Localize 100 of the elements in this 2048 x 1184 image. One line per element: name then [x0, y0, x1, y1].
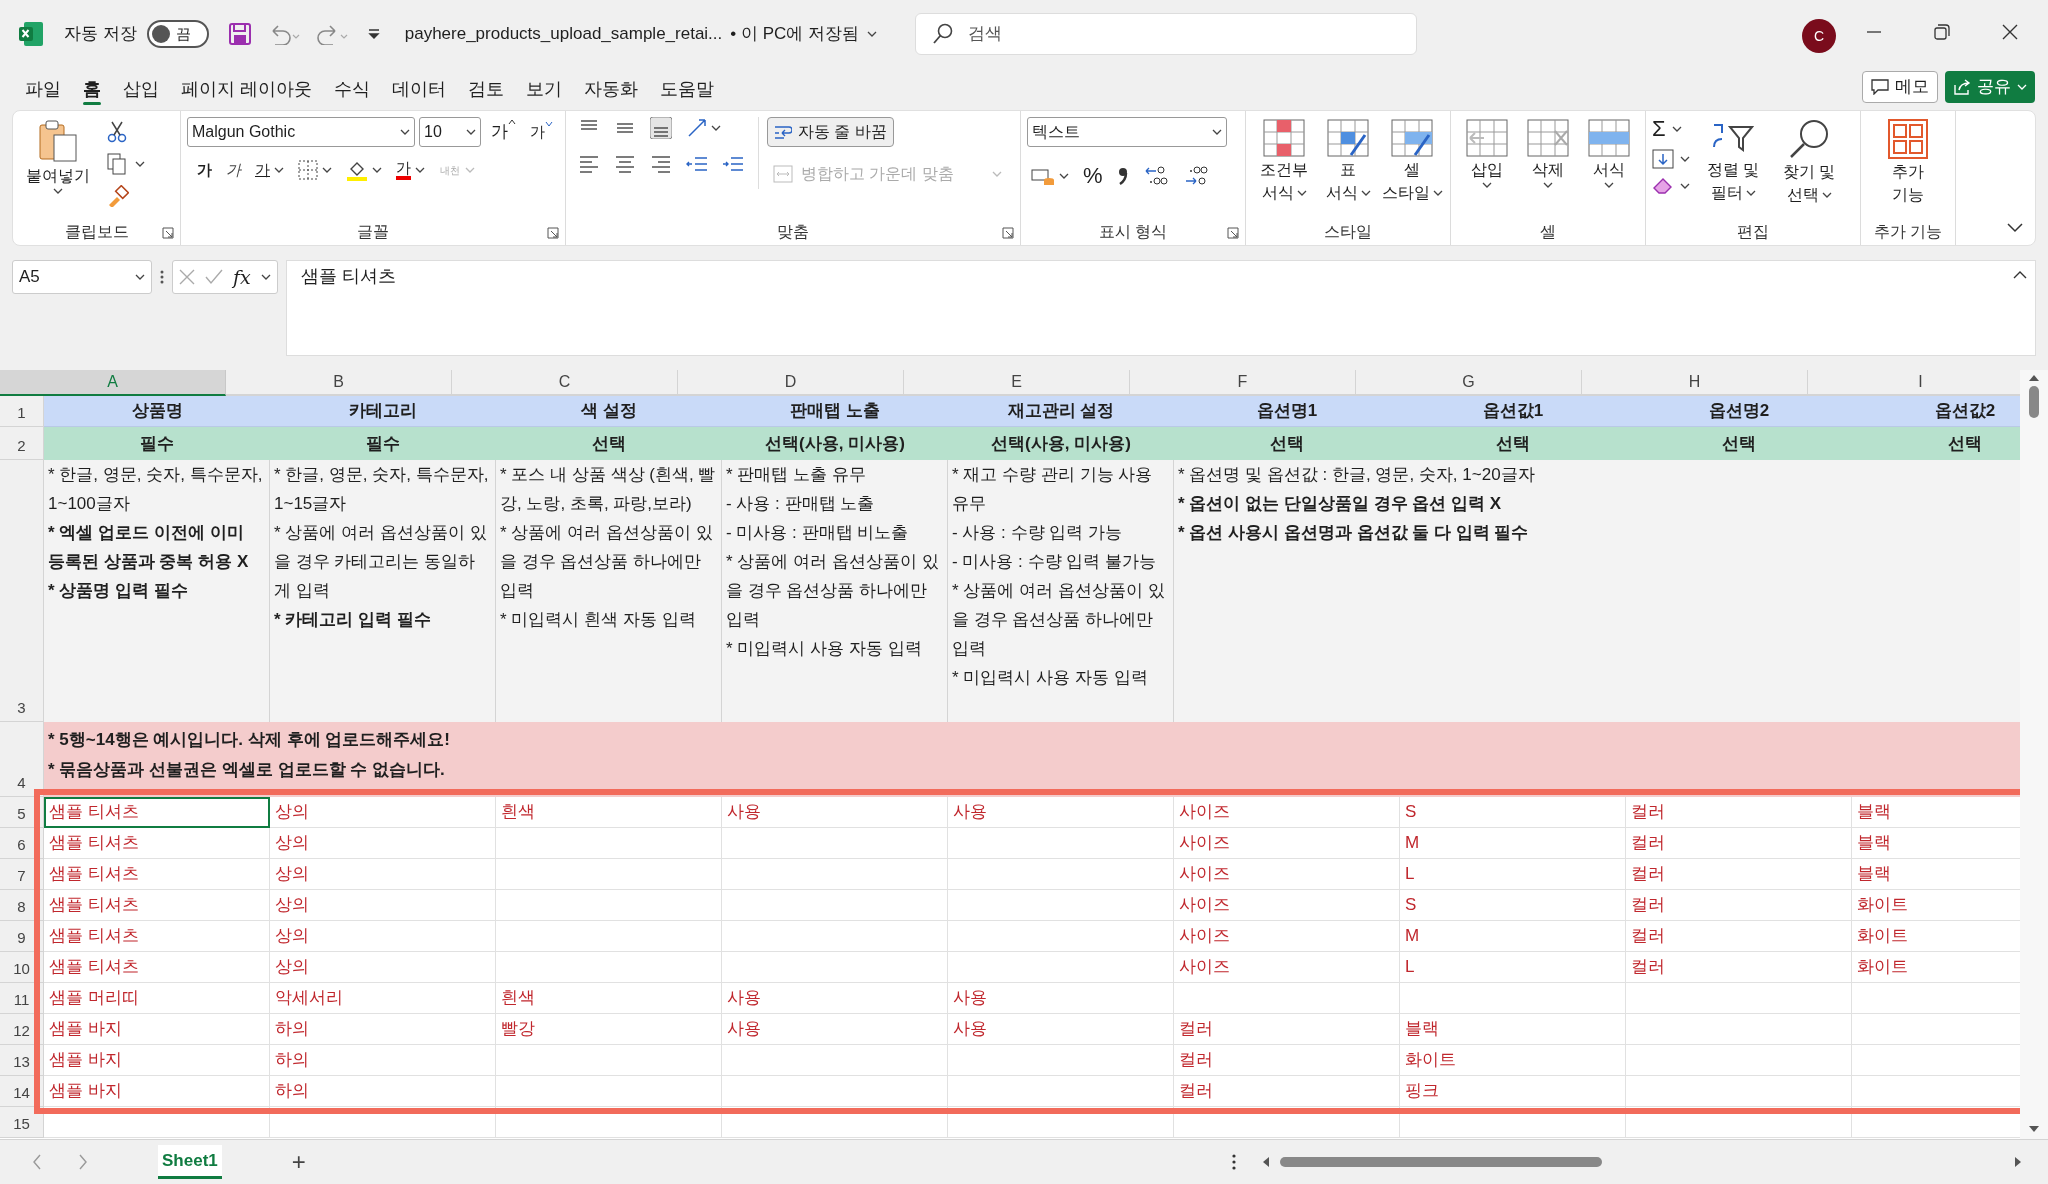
- scroll-up-icon[interactable]: [2028, 374, 2040, 382]
- align-right-icon[interactable]: [650, 153, 672, 175]
- menu-tab[interactable]: 데이터: [381, 69, 457, 109]
- caret-icon[interactable]: [466, 129, 476, 135]
- find-select-button[interactable]: 찾기 및 선택: [1776, 117, 1842, 205]
- search-icon[interactable]: [1788, 119, 1830, 159]
- column-header[interactable]: F: [1130, 370, 1356, 396]
- column-header[interactable]: C: [452, 370, 678, 396]
- row-header[interactable]: 3: [0, 460, 44, 722]
- align-center-icon[interactable]: [614, 153, 636, 175]
- caret-icon[interactable]: [1603, 182, 1614, 188]
- scrollbar-thumb[interactable]: [1280, 1157, 1602, 1167]
- format-painter-icon[interactable]: [107, 185, 129, 207]
- caret-icon[interactable]: [260, 274, 271, 280]
- caret-icon[interactable]: [415, 167, 425, 174]
- redo-icon[interactable]: [314, 23, 349, 45]
- conditional-format-icon[interactable]: [1263, 119, 1305, 157]
- menu-tab[interactable]: 검토: [457, 69, 515, 109]
- caret-icon[interactable]: [53, 188, 63, 194]
- wrap-text-button[interactable]: 자동 줄 바꿈: [767, 117, 894, 147]
- format-table-button[interactable]: 표 서식: [1316, 117, 1380, 203]
- format-cells-button[interactable]: 서식: [1581, 117, 1636, 188]
- column-header[interactable]: G: [1356, 370, 1582, 396]
- menu-tab[interactable]: 파일: [14, 69, 72, 109]
- caret-icon[interactable]: [274, 167, 284, 174]
- scrollbar-thumb[interactable]: [2029, 386, 2039, 418]
- caret-icon[interactable]: [135, 161, 145, 167]
- more-options-icon[interactable]: [1232, 1154, 1236, 1170]
- caret-icon[interactable]: [711, 125, 721, 131]
- cell-styles-icon[interactable]: [1391, 119, 1433, 157]
- customize-toolbar-icon[interactable]: [366, 27, 381, 41]
- dialog-launcher-icon[interactable]: [1227, 227, 1239, 239]
- add-ins-icon[interactable]: [1888, 119, 1928, 159]
- caret-icon[interactable]: [1680, 156, 1690, 162]
- row-header[interactable]: 2: [0, 427, 44, 460]
- caret-icon[interactable]: [1821, 191, 1832, 198]
- scroll-right-icon[interactable]: [2014, 1156, 2022, 1168]
- sheet-tab[interactable]: Sheet1: [158, 1145, 222, 1179]
- caret-icon[interactable]: [1212, 129, 1222, 135]
- caret-icon[interactable]: [1543, 182, 1553, 188]
- caret-icon[interactable]: [322, 167, 332, 174]
- font-name-dropdown[interactable]: Malgun Gothic: [187, 117, 415, 147]
- caret-icon[interactable]: [1432, 189, 1443, 196]
- caret-icon[interactable]: [867, 31, 878, 37]
- font-color-button[interactable]: 가: [396, 160, 411, 181]
- caret-icon[interactable]: [1296, 189, 1307, 196]
- caret-icon[interactable]: [135, 274, 145, 280]
- caret-icon[interactable]: [1360, 189, 1371, 196]
- percent-button[interactable]: %: [1083, 159, 1103, 192]
- dialog-launcher-icon[interactable]: [162, 227, 174, 239]
- conditional-format-button[interactable]: 조건부 서식: [1252, 117, 1316, 203]
- add-ins-button[interactable]: 추가 기능: [1878, 117, 1938, 205]
- fill-down-icon[interactable]: [1652, 149, 1674, 169]
- document-title[interactable]: payhere_products_upload_sample_retai... • 이 PC에 저장됨: [404, 21, 878, 47]
- cell-styles-button[interactable]: 셀 스타일: [1380, 117, 1444, 203]
- menu-tab[interactable]: 홈: [72, 69, 112, 109]
- insert-function-button[interactable]: fx: [233, 262, 251, 292]
- underline-button[interactable]: 가: [255, 159, 270, 182]
- copy-icon[interactable]: [107, 153, 127, 175]
- cut-icon[interactable]: [107, 121, 127, 143]
- collapse-ribbon-icon[interactable]: [2007, 223, 2023, 233]
- column-header[interactable]: E: [904, 370, 1130, 396]
- dialog-launcher-icon[interactable]: [1002, 227, 1014, 239]
- save-icon[interactable]: [228, 23, 251, 45]
- column-header[interactable]: A: [0, 370, 226, 396]
- name-box[interactable]: A5: [12, 260, 152, 294]
- close-icon[interactable]: [2002, 24, 2018, 40]
- row-header[interactable]: 4: [0, 722, 44, 797]
- menu-tab[interactable]: 페이지 레이아웃: [170, 69, 323, 109]
- italic-button[interactable]: 가: [226, 159, 241, 182]
- number-format-dropdown[interactable]: 텍스트: [1027, 117, 1227, 147]
- menu-tab[interactable]: 삽입: [112, 69, 170, 109]
- align-bottom-icon[interactable]: [650, 117, 672, 139]
- table-format-icon[interactable]: [1327, 119, 1369, 157]
- restore-icon[interactable]: [1934, 24, 1950, 40]
- more-options-icon[interactable]: [160, 270, 164, 284]
- menu-tab[interactable]: 수식: [323, 69, 381, 109]
- scroll-left-icon[interactable]: [1262, 1156, 1270, 1168]
- comma-style-icon[interactable]: [1116, 165, 1129, 186]
- column-header[interactable]: H: [1582, 370, 1808, 396]
- font-size-dropdown[interactable]: 10: [419, 117, 481, 147]
- autosave-toggle[interactable]: 끔: [146, 20, 209, 48]
- collapse-formula-icon[interactable]: [2013, 271, 2027, 279]
- caret-icon[interactable]: [372, 167, 382, 174]
- share-button[interactable]: 공유: [1945, 71, 2035, 103]
- paste-button[interactable]: 붙여넣기: [19, 117, 97, 194]
- memo-button[interactable]: 메모: [1862, 71, 1938, 103]
- formula-input[interactable]: 샘플 티셔츠: [285, 260, 2036, 356]
- search-field[interactable]: 검색: [915, 13, 1417, 55]
- caret-icon[interactable]: [1059, 172, 1069, 179]
- delete-cells-button[interactable]: 삭제: [1521, 117, 1575, 188]
- caret-icon[interactable]: [1680, 183, 1690, 189]
- delete-cells-icon[interactable]: [1527, 119, 1569, 157]
- column-header[interactable]: D: [678, 370, 904, 396]
- grow-font-button[interactable]: 가: [491, 119, 516, 145]
- align-left-icon[interactable]: [578, 153, 600, 175]
- caret-icon[interactable]: [1745, 189, 1756, 196]
- clipboard-icon[interactable]: [38, 119, 78, 163]
- shrink-font-button[interactable]: 가: [530, 120, 553, 144]
- insert-cells-button[interactable]: 삽입: [1460, 117, 1515, 188]
